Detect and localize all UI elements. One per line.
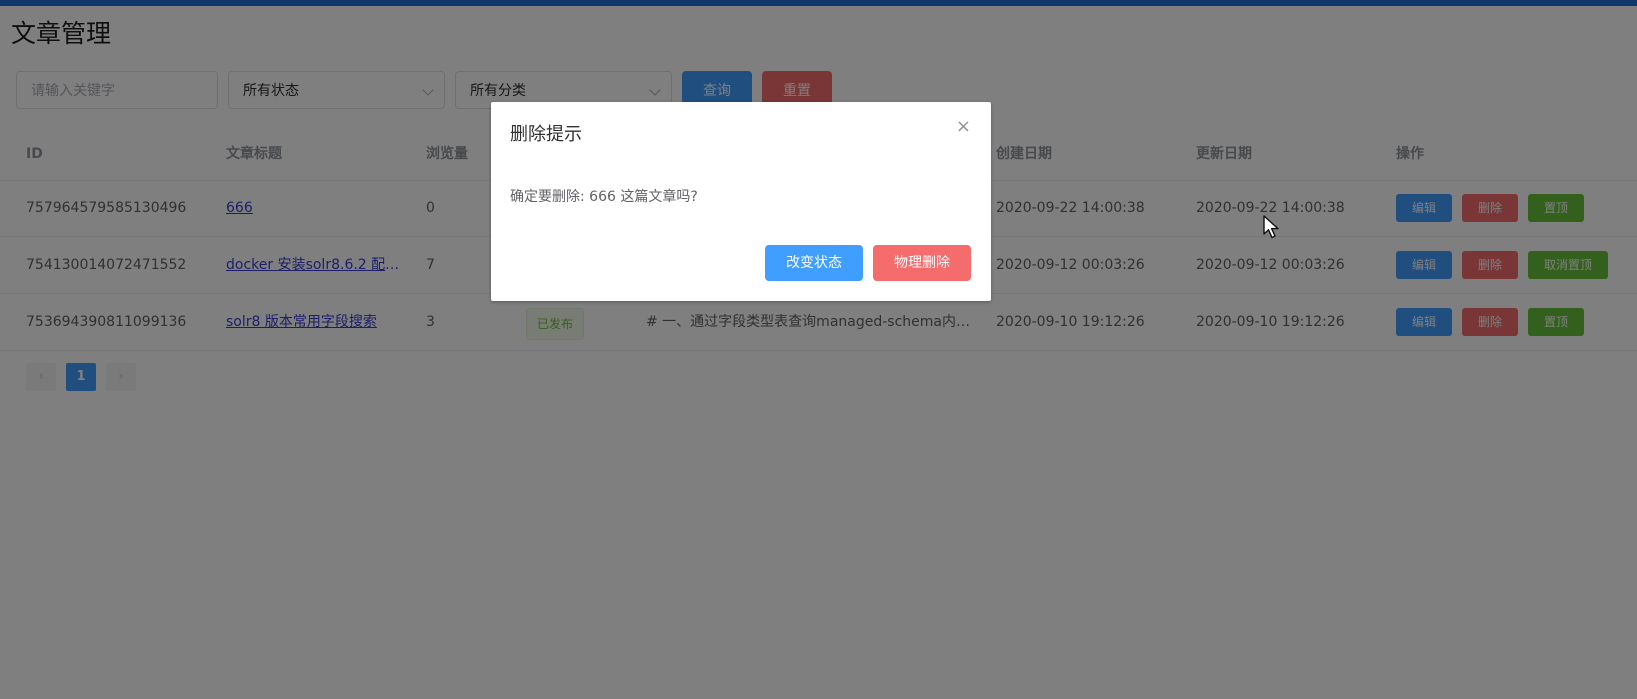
dialog-message: 确定要删除: 666 这篇文章吗?: [510, 189, 698, 205]
change-status-button[interactable]: 改变状态: [765, 245, 863, 281]
delete-confirm-dialog: 删除提示 × 确定要删除: 666 这篇文章吗? 改变状态 物理删除: [491, 102, 991, 301]
physical-delete-button[interactable]: 物理删除: [873, 245, 971, 281]
dialog-title: 删除提示: [510, 124, 582, 145]
close-icon[interactable]: ×: [956, 116, 971, 137]
mouse-cursor-icon: [1263, 215, 1279, 239]
